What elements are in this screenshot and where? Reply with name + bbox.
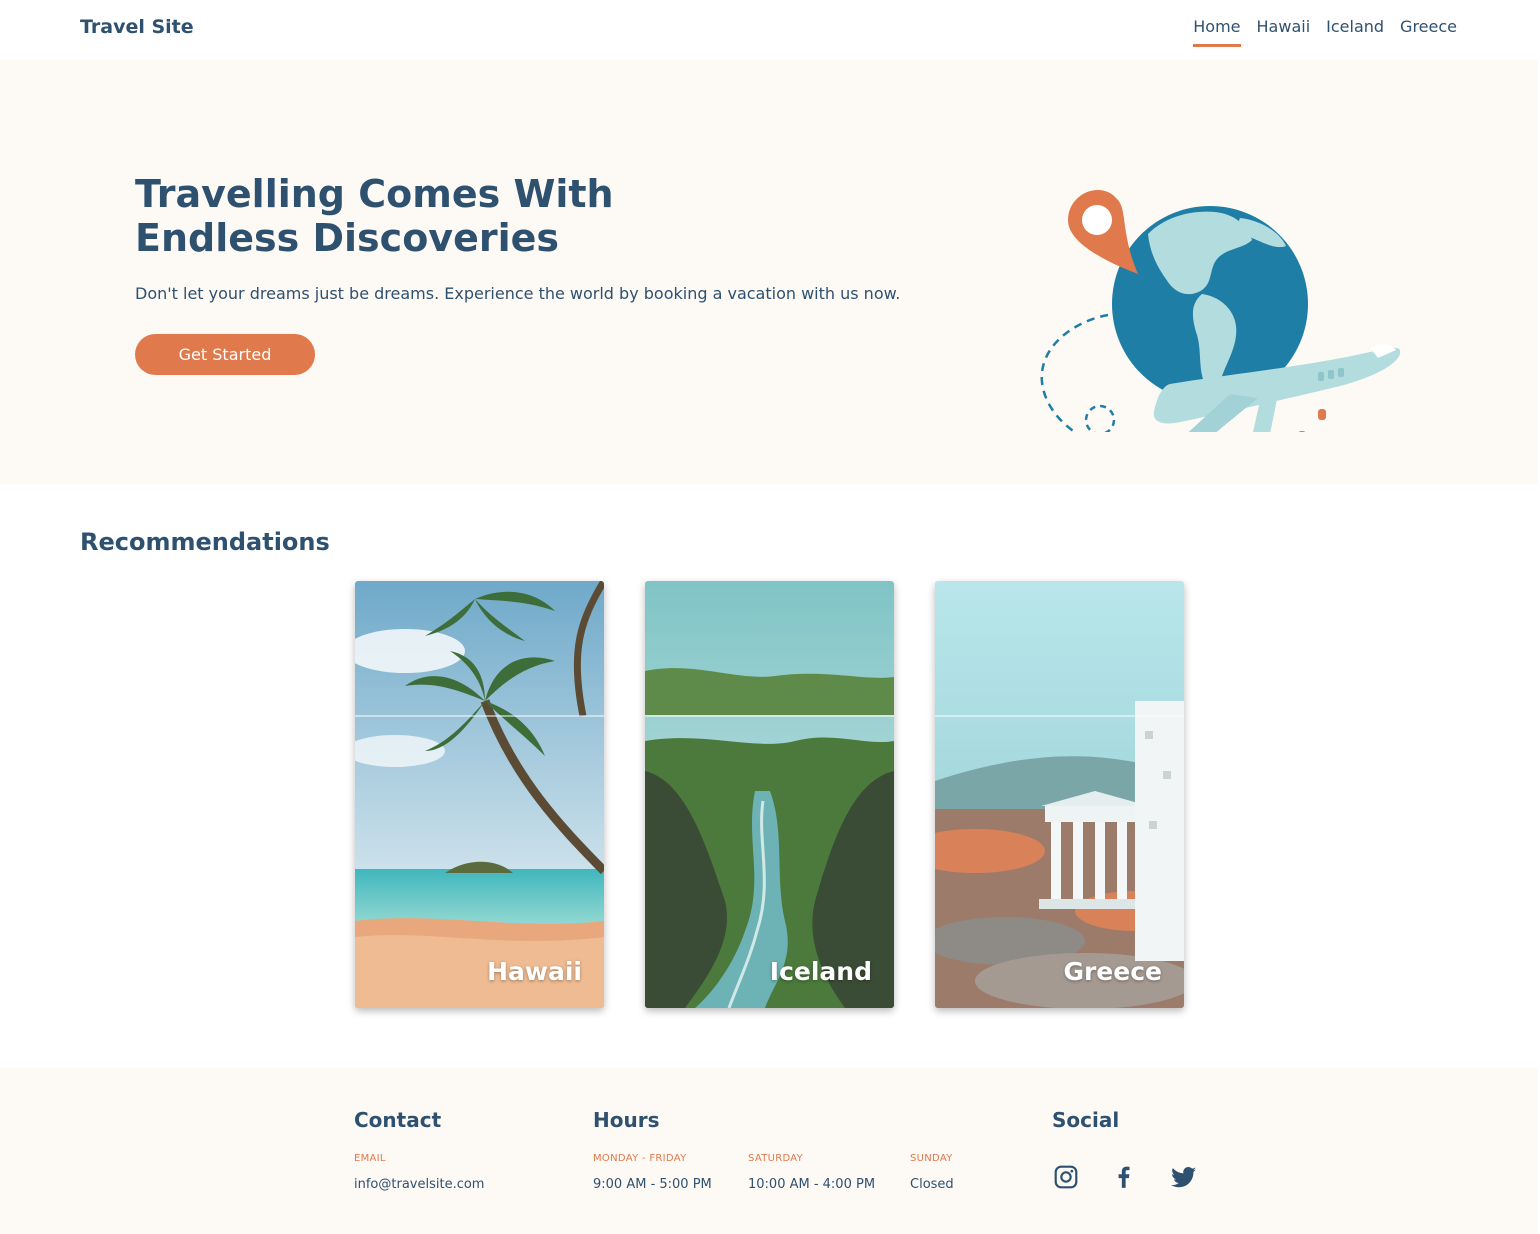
weekday-hours: 9:00 AM - 5:00 PM <box>593 1177 712 1192</box>
facebook-icon[interactable] <box>1111 1164 1137 1190</box>
card-label-hawaii: Hawaii <box>487 957 582 986</box>
email-value[interactable]: info@travelsite.com <box>354 1177 484 1192</box>
site-header: Travel Site Home Hawaii Iceland Greece <box>0 0 1538 60</box>
card-label-iceland: Iceland <box>769 957 872 986</box>
brand-logo[interactable]: Travel Site <box>80 16 194 38</box>
instagram-icon[interactable] <box>1053 1164 1079 1190</box>
nav-home[interactable]: Home <box>1193 17 1241 47</box>
nav-iceland[interactable]: Iceland <box>1326 17 1384 47</box>
sunday-hours: Closed <box>910 1177 954 1192</box>
card-hawaii[interactable]: Hawaii <box>355 581 604 1008</box>
card-greece[interactable]: Greece <box>935 581 1184 1008</box>
site-footer: Contact EMAIL info@travelsite.com Hours … <box>0 1068 1538 1234</box>
sunday-label: SUNDAY <box>910 1153 953 1164</box>
greece-temple-image <box>935 581 1184 1008</box>
email-label: EMAIL <box>354 1153 386 1164</box>
saturday-label: SATURDAY <box>748 1153 804 1164</box>
nav-hawaii[interactable]: Hawaii <box>1257 17 1311 47</box>
recommendations-heading: Recommendations <box>80 528 330 556</box>
hero-section: Travelling Comes With Endless Discoverie… <box>0 60 1538 484</box>
hours-heading: Hours <box>593 1108 660 1132</box>
saturday-hours: 10:00 AM - 4:00 PM <box>748 1177 876 1192</box>
weekday-label: MONDAY - FRIDAY <box>593 1153 687 1164</box>
card-iceland[interactable]: Iceland <box>645 581 894 1008</box>
twitter-icon[interactable] <box>1171 1164 1197 1190</box>
card-label-greece: Greece <box>1063 957 1162 986</box>
get-started-button[interactable]: Get Started <box>135 334 315 375</box>
nav-greece[interactable]: Greece <box>1400 17 1457 47</box>
iceland-canyon-image <box>645 581 894 1008</box>
hawaii-beach-image <box>355 581 604 1008</box>
globe-airplane-illustration <box>1040 190 1401 432</box>
hero-subtitle: Don't let your dreams just be dreams. Ex… <box>135 284 901 303</box>
contact-heading: Contact <box>354 1108 442 1132</box>
hero-title: Travelling Comes With Endless Discoverie… <box>135 172 614 260</box>
main-nav: Home Hawaii Iceland Greece <box>1177 17 1457 47</box>
social-heading: Social <box>1052 1108 1120 1132</box>
